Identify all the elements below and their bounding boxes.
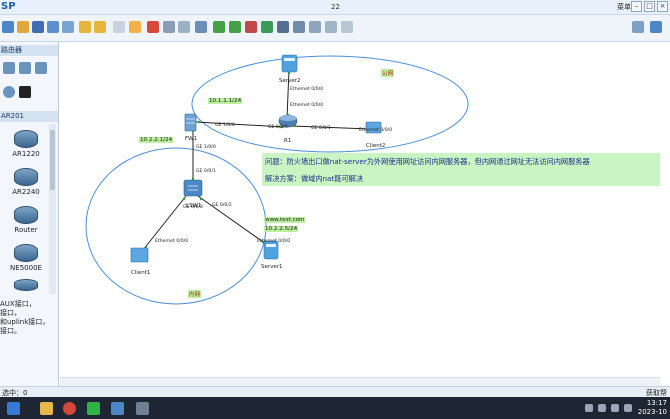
port-label: Ethernet 0/0/0 bbox=[290, 102, 323, 108]
file-explorer-icon[interactable] bbox=[40, 402, 53, 415]
clock-time: 13:17 bbox=[646, 399, 667, 407]
taskbar: 13:17 2023-10 bbox=[0, 397, 670, 419]
firewall-fw1-device[interactable] bbox=[184, 113, 197, 132]
port-label: GE 1/0/0 bbox=[196, 144, 216, 150]
port-label: Ethernet 0/0/0 bbox=[257, 238, 290, 244]
volume-icon[interactable] bbox=[611, 404, 619, 412]
device-name-server1: Server1 bbox=[261, 264, 283, 270]
port-label: GE 0/0/1 bbox=[311, 125, 331, 131]
port-label: GE 0/0/0 bbox=[268, 124, 288, 130]
device-name-client2: Client2 bbox=[366, 143, 385, 149]
ip-tag-fw-inside: 10.2.2.1/24 bbox=[139, 137, 174, 143]
ip-tag-fw-outside: 10.1.1.1/24 bbox=[208, 98, 243, 104]
network-icon[interactable] bbox=[598, 404, 606, 412]
port-label: Ethernet 0/0/0 bbox=[359, 127, 392, 133]
clock-date: 2023-10 bbox=[637, 408, 667, 416]
start-menu-icon[interactable] bbox=[7, 402, 20, 415]
system-clock[interactable]: 13:17 2023-10 bbox=[638, 399, 667, 417]
client1-device[interactable] bbox=[130, 247, 149, 263]
battery-icon[interactable] bbox=[624, 404, 632, 412]
note-textbox[interactable]: 问题：防火墙出口做nat-server为外网使用网址访问内网服务器，但内网通过网… bbox=[262, 153, 660, 186]
switch-lsw1-device[interactable] bbox=[183, 179, 203, 197]
zone-label-private: 内网 bbox=[188, 290, 202, 298]
note-solution: 解决方案：做域内nat既可解决 bbox=[265, 174, 364, 183]
port-label: GE 0/0/1 bbox=[196, 168, 216, 174]
terminal-icon[interactable] bbox=[136, 402, 149, 415]
port-label: GE 0/0/3 bbox=[183, 204, 203, 210]
canvas-horizontal-scrollbar[interactable] bbox=[60, 377, 660, 386]
ensp-taskbar-icon[interactable] bbox=[111, 402, 124, 415]
ip-tag-server-ip: 10.2.2.5/24 bbox=[264, 226, 299, 232]
port-label: Ethernet 0/0/0 bbox=[155, 238, 188, 244]
public-zone-ring bbox=[191, 55, 469, 153]
wechat-icon[interactable] bbox=[87, 402, 100, 415]
device-name-client1: Client1 bbox=[131, 270, 150, 276]
zone-label-public: 公网 bbox=[381, 69, 395, 77]
port-status-dot bbox=[197, 120, 201, 124]
device-name-server2: Server2 bbox=[279, 78, 301, 84]
link-lsw1-server1[interactable] bbox=[197, 195, 267, 245]
tray-icon[interactable] bbox=[585, 404, 593, 412]
port-label: GE 1/0/0 bbox=[215, 122, 235, 128]
device-name-fw1: FW1 bbox=[185, 136, 197, 142]
ip-tag-server-domain: www.test.com bbox=[264, 217, 306, 223]
port-label: Ethernet 0/0/0 bbox=[290, 86, 323, 92]
private-zone-ring bbox=[85, 147, 267, 305]
port-label: GE 0/0/2 bbox=[212, 202, 232, 208]
port-status-dot bbox=[199, 197, 203, 201]
chrome-icon[interactable] bbox=[63, 402, 76, 415]
topology-drawing: Server2 R1 FW1 Client2 LSW1 Client1 Serv… bbox=[85, 54, 469, 305]
port-status-dot bbox=[182, 197, 186, 201]
server2-device[interactable] bbox=[281, 54, 298, 73]
note-problem: 问题：防火墙出口做nat-server为外网使用网址访问内网服务器，但内网通过网… bbox=[265, 157, 590, 166]
device-name-r1: R1 bbox=[284, 138, 291, 144]
